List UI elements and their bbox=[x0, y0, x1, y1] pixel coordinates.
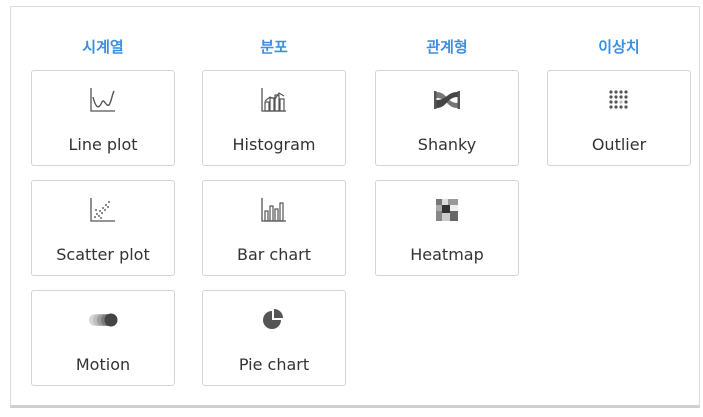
shanky-label: Shanky bbox=[417, 135, 477, 154]
outlier-icon bbox=[548, 86, 690, 114]
category-distribution: 분포 Histogram Bar chart Pie chart bbox=[202, 7, 346, 386]
bar-chart-button[interactable]: Bar chart bbox=[202, 180, 346, 276]
outlier-label: Outlier bbox=[591, 135, 647, 154]
heatmap-icon bbox=[376, 196, 518, 224]
category-title: 관계형 bbox=[426, 38, 468, 56]
motion-icon bbox=[32, 306, 174, 334]
category-outlier: 이상치 Outlier bbox=[547, 7, 691, 166]
heatmap-label: Heatmap bbox=[410, 245, 484, 264]
category-relational: 관계형 Shanky Heatmap bbox=[375, 7, 519, 276]
shanky-button[interactable]: Shanky bbox=[375, 70, 519, 166]
scatter-plot-button[interactable]: Scatter plot bbox=[31, 180, 175, 276]
chart-type-panel: 시계열 Line plot Scatter plot Motion 분포 His… bbox=[10, 6, 700, 408]
histogram-button[interactable]: Histogram bbox=[202, 70, 346, 166]
histogram-icon bbox=[203, 86, 345, 114]
bar-chart-label: Bar chart bbox=[236, 245, 312, 264]
line-plot-label: Line plot bbox=[68, 135, 138, 154]
pie-chart-button[interactable]: Pie chart bbox=[202, 290, 346, 386]
line-plot-button[interactable]: Line plot bbox=[31, 70, 175, 166]
heatmap-button[interactable]: Heatmap bbox=[375, 180, 519, 276]
pie-chart-icon bbox=[203, 306, 345, 334]
outlier-button[interactable]: Outlier bbox=[547, 70, 691, 166]
category-title: 시계열 bbox=[82, 38, 124, 56]
pie-chart-label: Pie chart bbox=[238, 355, 310, 374]
motion-label: Motion bbox=[75, 355, 131, 374]
scatter-plot-label: Scatter plot bbox=[56, 245, 150, 264]
sankey-icon bbox=[376, 86, 518, 114]
histogram-label: Histogram bbox=[232, 135, 316, 154]
category-title: 분포 bbox=[260, 38, 288, 56]
category-timeseries: 시계열 Line plot Scatter plot Motion bbox=[31, 7, 175, 386]
motion-button[interactable]: Motion bbox=[31, 290, 175, 386]
line-plot-icon bbox=[32, 86, 174, 114]
bar-chart-icon bbox=[203, 196, 345, 224]
scatter-plot-icon bbox=[32, 196, 174, 224]
category-title: 이상치 bbox=[598, 38, 640, 56]
